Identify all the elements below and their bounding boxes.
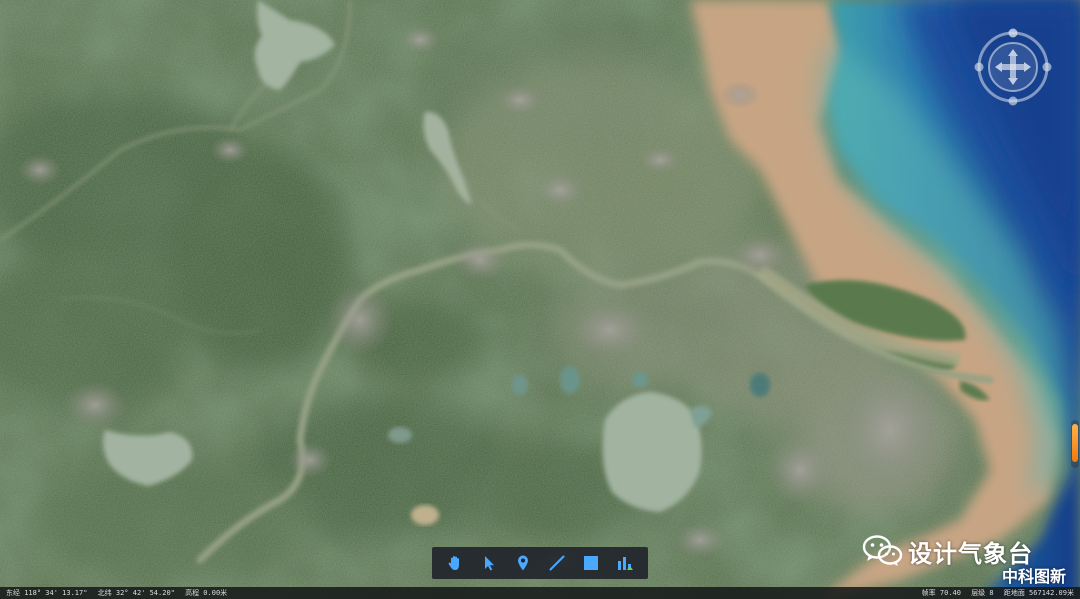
latitude-readout: 北纬 32° 42' 54.20" [97,589,175,597]
zoom-slider-handle[interactable] [1072,424,1078,462]
status-bar: 东经 118° 34' 13.17" 北纬 32° 42' 54.20" 高程 … [0,587,1080,599]
globe-viewer[interactable]: 设计气象台 中科图新 东经 118° 34' 13.17" 北纬 32° 42'… [0,0,1080,599]
location-pin-icon [518,555,528,571]
satellite-map[interactable] [0,0,1080,599]
wechat-logo-icon [862,535,903,566]
compass-icon[interactable] [974,28,1052,106]
square-icon [584,556,598,570]
map-toolbar [432,547,648,579]
compass-north-marker [1008,28,1018,38]
hand-icon [448,556,459,570]
framerate-readout: 帧率 70.40 [921,589,961,597]
pan-tool-button[interactable] [442,550,468,576]
coordinate-readout: 东经 118° 34' 13.17" 北纬 32° 42' 54.20" 高程 … [6,587,233,599]
select-tool-button[interactable] [476,550,502,576]
watermark-subtitle: 中科图新 [1002,567,1067,586]
bar-chart-icon [618,557,633,570]
cursor-arrow-icon [485,556,494,571]
zoom-slider[interactable] [1071,420,1079,468]
chart-tool-button[interactable] [612,550,638,576]
elevation-readout: 高程 0.00米 [185,589,228,597]
line-icon [549,555,565,571]
placemark-tool-button[interactable] [510,550,536,576]
watermark: 设计气象台 中科图新 [862,532,1074,586]
render-info: 帧率 70.40 层级 8 距地面 567142.09米 [916,587,1074,599]
navigation-compass[interactable] [974,28,1052,106]
line-tool-button[interactable] [544,550,570,576]
level-readout: 层级 8 [971,589,994,597]
camera-distance-readout: 距地面 567142.09米 [1003,589,1074,597]
longitude-readout: 东经 118° 34' 13.17" [6,589,88,597]
polygon-tool-button[interactable] [578,550,604,576]
satellite-imagery[interactable] [0,0,1080,599]
